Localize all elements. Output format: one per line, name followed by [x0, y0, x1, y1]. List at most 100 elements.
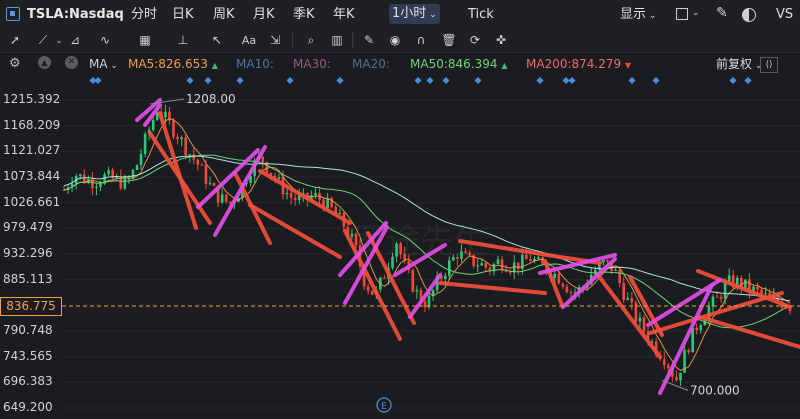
arrow-tool-icon[interactable]: ↖ — [208, 32, 226, 48]
ma30-value: MA30: — [293, 57, 331, 71]
symbol-icon[interactable] — [6, 7, 20, 21]
pencil-icon[interactable]: ✎ — [360, 32, 378, 48]
candle-body — [338, 212, 342, 215]
price-tick-label: 1026.661 — [3, 194, 61, 209]
candle-body — [630, 298, 634, 303]
candle-body — [78, 174, 82, 176]
candle-body — [602, 259, 605, 263]
candle-body — [622, 282, 626, 300]
ma5-text: MA5:826.653 — [128, 57, 208, 71]
period-daily[interactable]: 日K — [172, 0, 194, 29]
stats-tool-icon[interactable]: ▥ — [328, 32, 346, 48]
candle-body — [618, 269, 621, 283]
period-hourly[interactable]: 1小时 ⌄ — [389, 4, 440, 24]
text-tool-icon[interactable]: Aa — [240, 32, 258, 48]
candle-body — [135, 165, 139, 170]
price-tick-label: 1073.844 — [3, 169, 61, 183]
magnet-icon[interactable]: ∩ — [412, 32, 430, 48]
candle-body — [476, 265, 479, 267]
candle-body — [500, 259, 504, 270]
period-yearly[interactable]: 年K — [333, 0, 355, 29]
candle-body — [411, 270, 415, 292]
candle-body — [638, 317, 642, 322]
ma20-value: MA20: — [352, 57, 390, 71]
ma-label: MA — [89, 57, 108, 71]
candle-body — [553, 273, 557, 278]
candle-body — [391, 256, 394, 268]
wave-tool-icon[interactable]: ∿ — [96, 32, 114, 48]
brush-icon[interactable]: ✎ — [716, 5, 728, 21]
cursor-icon[interactable]: ➚ — [6, 32, 24, 48]
collapse-icon[interactable]: ▲ — [38, 56, 51, 69]
period-monthly[interactable]: 月K — [253, 0, 275, 29]
top-toolbar: TSLA:Nasdaq 分时 日K 周K 月K 季K 年K 1小时 ⌄ Tick… — [0, 0, 800, 30]
period-tick[interactable]: Tick — [468, 0, 494, 29]
candle-body — [289, 192, 293, 198]
candle-body — [423, 301, 427, 308]
candle-body — [679, 372, 682, 381]
candle-body — [711, 296, 715, 307]
high-label: 1208.00 — [186, 92, 236, 106]
up-arrow-icon: ▲ — [501, 61, 508, 70]
candle-body — [212, 183, 216, 186]
low-label: 700.000 — [690, 383, 740, 397]
zoom-icon[interactable]: ⌕ — [302, 32, 320, 48]
candle-body — [164, 111, 167, 118]
candle-body — [642, 317, 646, 332]
period-quarterly[interactable]: 季K — [293, 0, 315, 29]
candle-body — [370, 290, 374, 295]
candle-body — [529, 259, 532, 262]
price-chart[interactable]: 罗途先生 1208.00 700.000 E — [0, 75, 800, 419]
candle-body — [293, 197, 297, 201]
candle-body — [719, 296, 723, 299]
candle-body — [261, 156, 265, 163]
channel-tool-icon[interactable]: ⊿ — [66, 32, 84, 48]
price-tick-label: 649.200 — [3, 400, 53, 414]
ma-indicator-label[interactable]: MA ⌄ — [89, 53, 118, 77]
ma10-value: MA10: — [236, 57, 274, 71]
candle-body — [687, 349, 690, 353]
indicator-bar — [0, 53, 800, 75]
candle-body — [180, 137, 183, 140]
trash-icon[interactable]: 🗑 — [440, 32, 458, 48]
candle-body — [569, 292, 573, 294]
candle-body — [626, 298, 630, 300]
price-tick-label: 1121.027 — [3, 143, 61, 158]
current-price-tag: 836.775 — [0, 296, 62, 316]
compare-button[interactable]: VS — [776, 0, 793, 29]
candle-body — [525, 254, 528, 260]
candle-body — [496, 259, 500, 265]
close-icon[interactable]: ✕ — [65, 56, 78, 69]
price-tick-label: 743.565 — [3, 348, 53, 363]
price-tick-label: 790.748 — [3, 323, 53, 337]
sync-icon[interactable]: ⟳ — [466, 32, 484, 48]
candle-body — [744, 279, 747, 288]
candle-body — [415, 290, 419, 292]
measure-tool-icon[interactable]: ⇲ — [266, 32, 284, 48]
candle-body — [399, 243, 402, 255]
period-timeshare[interactable]: 分时 — [131, 0, 157, 29]
candle-body — [484, 263, 488, 268]
display-label: 显示 — [620, 7, 647, 22]
ma200-value: MA200:874.279 ▼ — [526, 53, 631, 77]
level-tool-icon[interactable]: ⊥ — [174, 32, 192, 48]
chevron-down-icon[interactable]: ⌄ — [692, 8, 700, 18]
checkbox-icon[interactable] — [676, 8, 688, 20]
settings-icon[interactable]: ✜ — [492, 32, 510, 48]
candle-body — [699, 325, 703, 331]
symbol-label[interactable]: TSLA:Nasdaq — [27, 0, 124, 29]
candle-body — [565, 286, 569, 293]
candle-body — [143, 133, 147, 154]
display-menu[interactable]: 显示 ⌄ — [620, 0, 656, 31]
collapse-panel-icon[interactable]: ⟨⟩ — [760, 57, 778, 73]
chevron-down-icon: ⌄ — [107, 61, 118, 71]
eye-icon[interactable]: ◉ — [386, 32, 404, 48]
period-weekly[interactable]: 周K — [213, 0, 235, 29]
fib-tool-icon[interactable]: ▦ — [136, 32, 154, 48]
candle-body — [172, 120, 175, 137]
candle-body — [383, 277, 386, 279]
gear-icon[interactable]: ⚙ — [9, 56, 21, 71]
candle-body — [184, 137, 187, 156]
adjust-selector[interactable]: 前复权 ⌄ — [716, 53, 762, 77]
theme-toggle-icon[interactable] — [742, 8, 756, 22]
